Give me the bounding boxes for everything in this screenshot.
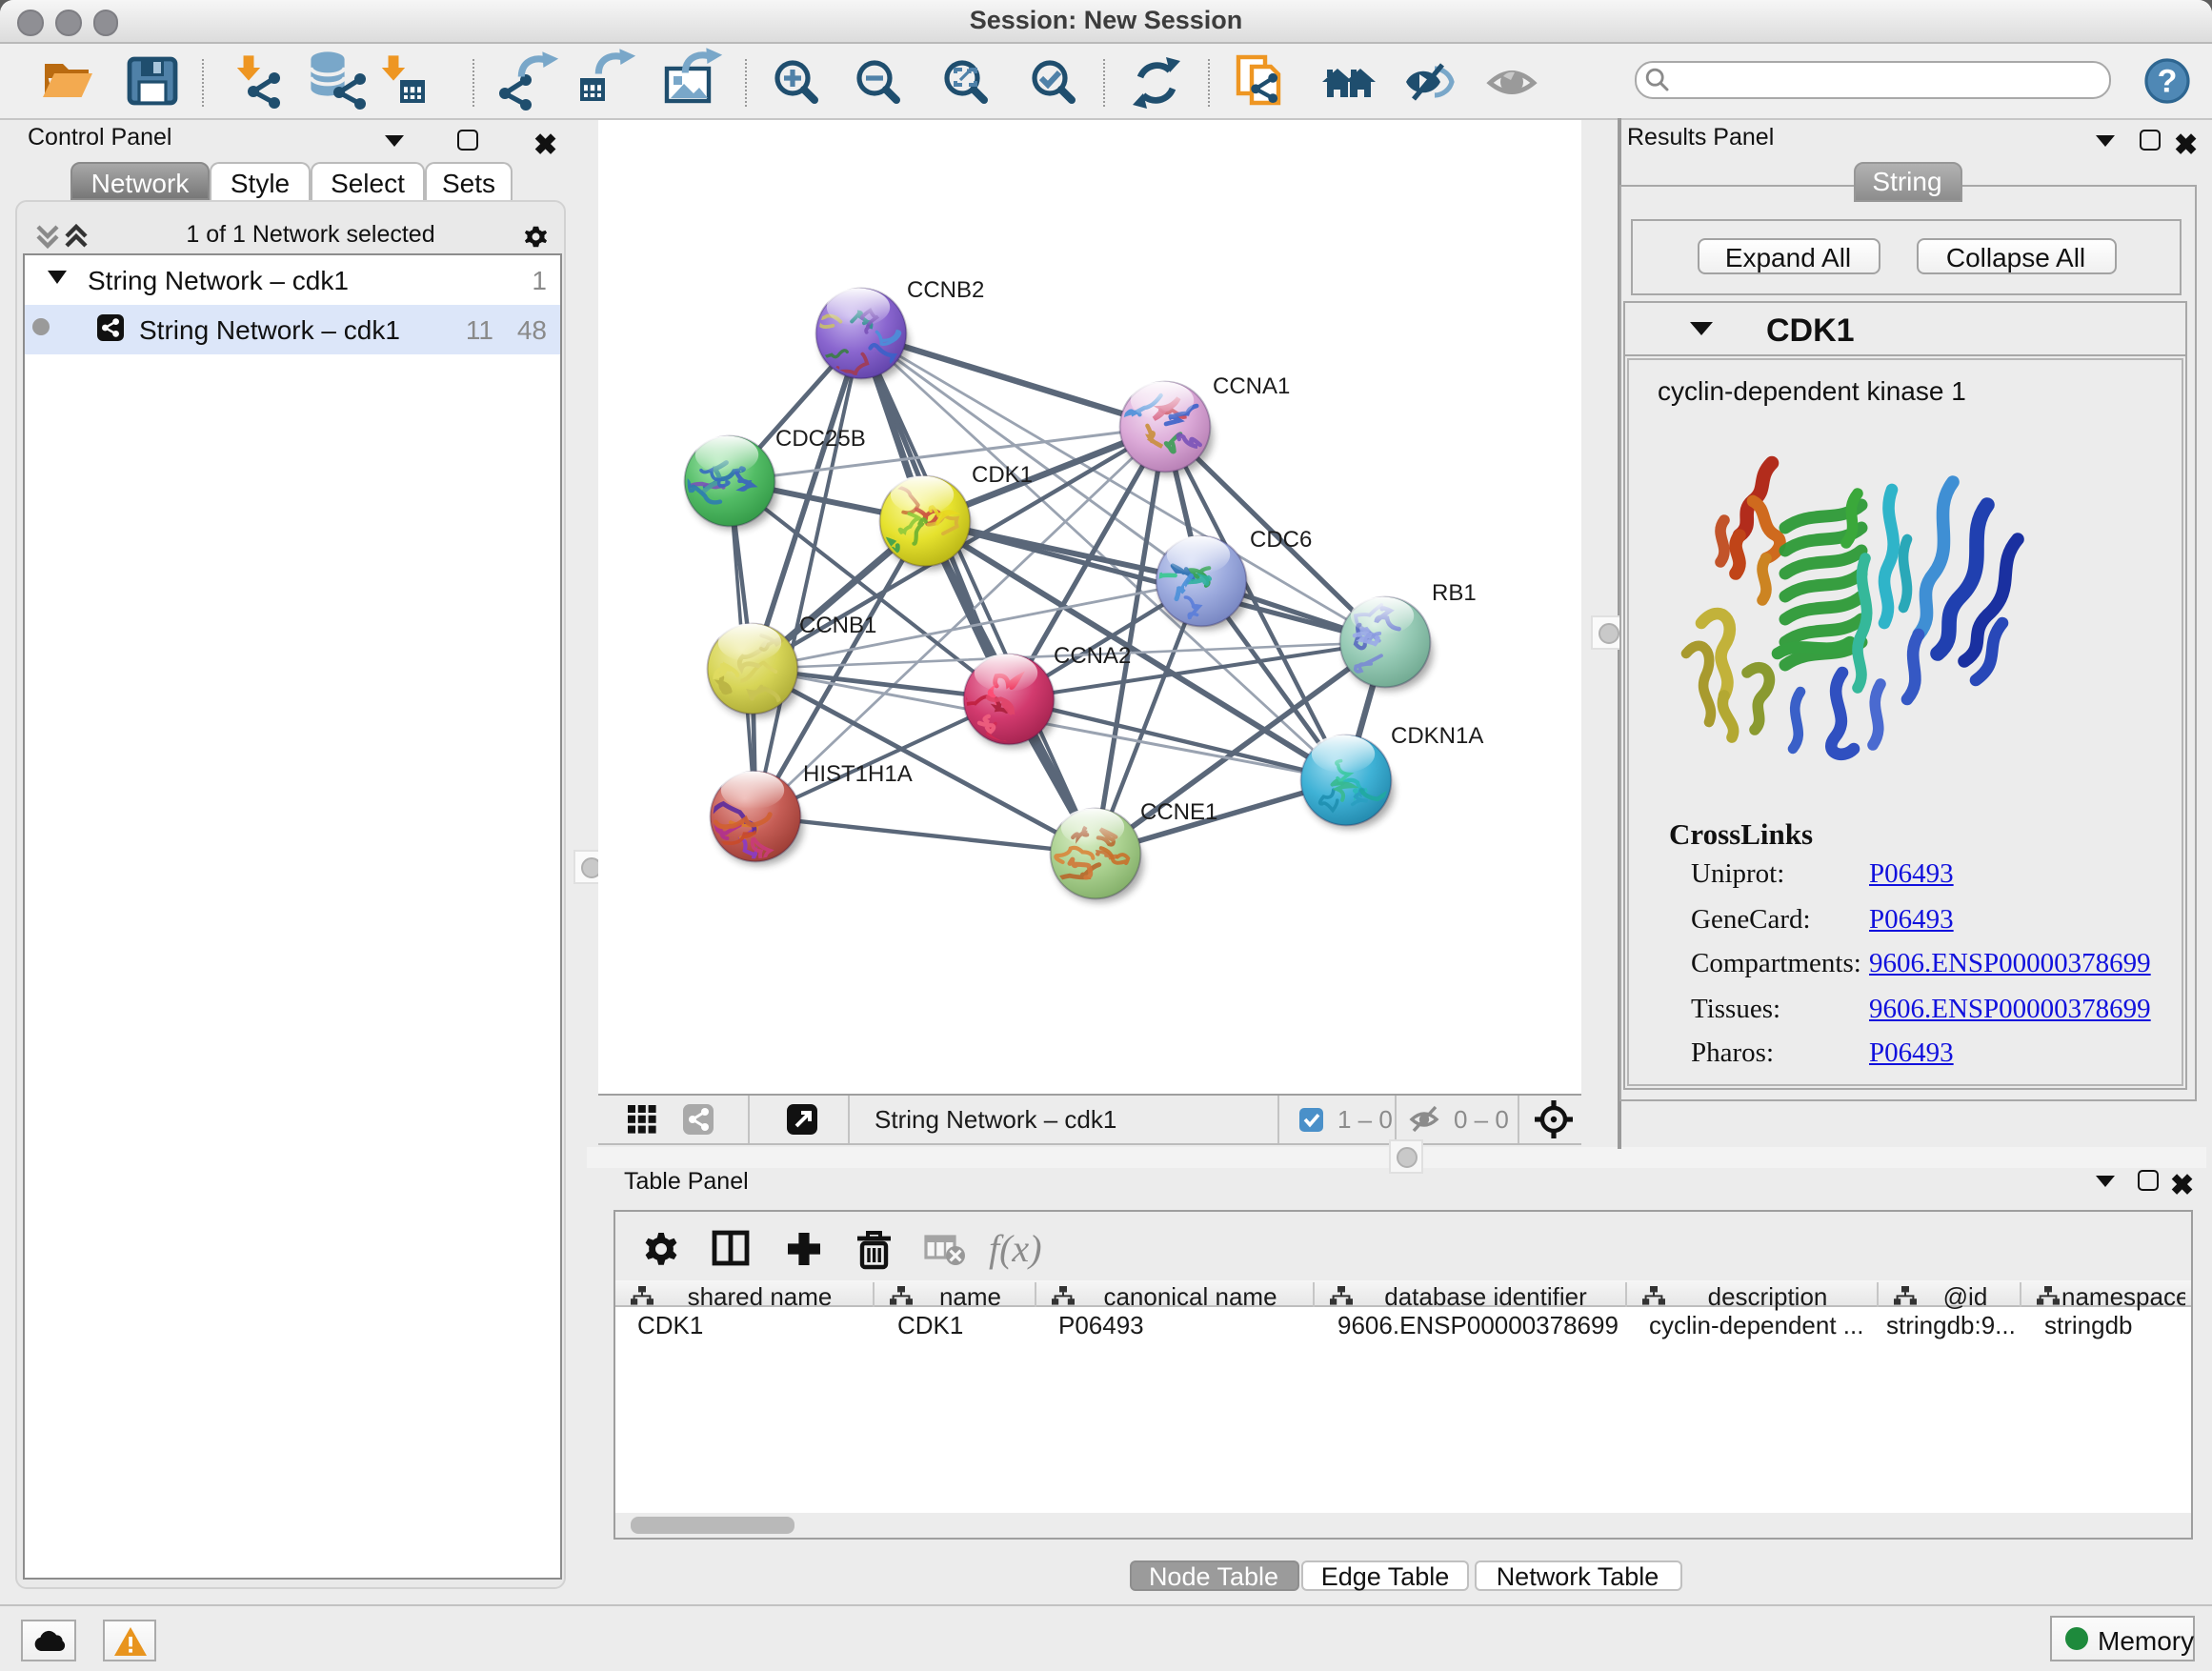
svg-text:CCNA1: CCNA1: [1213, 372, 1290, 398]
svg-text:RB1: RB1: [1432, 579, 1477, 605]
svg-text:CCNA2: CCNA2: [1054, 642, 1131, 668]
svg-text:String Network – cdk1: String Network – cdk1: [875, 1105, 1116, 1134]
svg-text:CCNB2: CCNB2: [907, 276, 984, 302]
svg-text:CDC6: CDC6: [1250, 526, 1312, 552]
svg-text:1 – 0: 1 – 0: [1337, 1105, 1393, 1134]
svg-text:CDKN1A: CDKN1A: [1391, 722, 1483, 748]
svg-text:CCNB1: CCNB1: [799, 612, 876, 637]
svg-text:CCNE1: CCNE1: [1140, 798, 1217, 824]
svg-text:CDC25B: CDC25B: [775, 425, 866, 451]
svg-text:0 – 0: 0 – 0: [1454, 1105, 1509, 1134]
svg-text:?: ?: [2158, 64, 2178, 100]
svg-text:f(x): f(x): [988, 1227, 1041, 1270]
svg-text:HIST1H1A: HIST1H1A: [803, 760, 913, 786]
svg-text:CDK1: CDK1: [972, 461, 1033, 487]
